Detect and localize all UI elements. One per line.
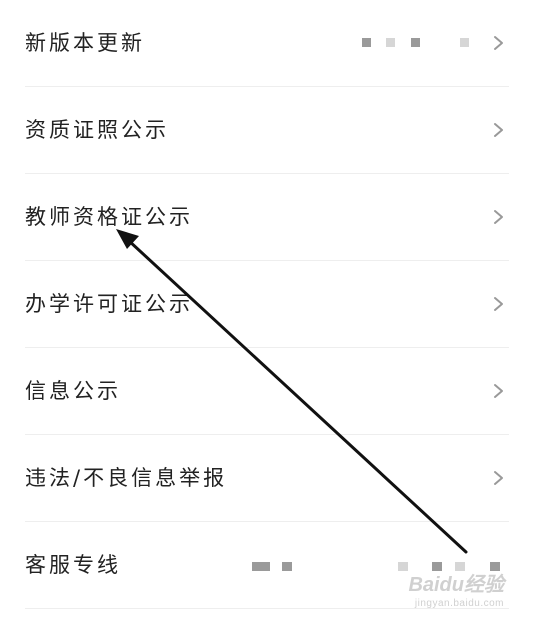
settings-item-label: 教师资格证公示	[25, 205, 193, 229]
version-number-redacted	[460, 38, 469, 47]
watermark-url: jingyan.baidu.com	[414, 598, 504, 609]
settings-item-report-illegal[interactable]: 违法/不良信息举报	[0, 435, 536, 522]
chevron-right-icon	[494, 297, 503, 311]
settings-item-qualification[interactable]: 资质证照公示	[0, 87, 536, 174]
chevron-right-icon	[494, 123, 503, 137]
watermark-brand: Baidu经验	[408, 574, 504, 596]
settings-item-label: 客服专线	[25, 553, 121, 577]
phone-number-redacted	[282, 562, 292, 571]
phone-number-redacted	[455, 562, 465, 571]
phone-number-redacted	[432, 562, 442, 571]
phone-number-redacted	[252, 562, 270, 571]
phone-number-redacted	[398, 562, 408, 571]
phone-number-redacted	[490, 562, 500, 571]
version-number-redacted	[362, 38, 371, 47]
settings-item-school-license[interactable]: 办学许可证公示	[0, 261, 536, 348]
chevron-right-icon	[494, 384, 503, 398]
chevron-right-icon	[494, 471, 503, 485]
settings-item-label: 违法/不良信息举报	[25, 466, 228, 490]
settings-item-label: 资质证照公示	[25, 118, 169, 142]
settings-item-teacher-certificate[interactable]: 教师资格证公示	[0, 174, 536, 261]
version-number-redacted	[386, 38, 395, 47]
settings-item-new-version[interactable]: 新版本更新	[0, 0, 536, 87]
watermark-logo: Baidu经验 jingyan.baidu.com	[408, 575, 504, 609]
settings-item-label: 信息公示	[25, 379, 121, 403]
chevron-right-icon	[494, 210, 503, 224]
settings-list: 新版本更新 资质证照公示 教师资格证公示 办学许可证公示 信息公示 违法/不良信…	[0, 0, 536, 625]
settings-item-label: 办学许可证公示	[25, 292, 193, 316]
settings-item-label: 新版本更新	[25, 31, 145, 55]
settings-item-info-disclosure[interactable]: 信息公示	[0, 348, 536, 435]
chevron-right-icon	[494, 36, 503, 50]
version-number-redacted	[411, 38, 420, 47]
